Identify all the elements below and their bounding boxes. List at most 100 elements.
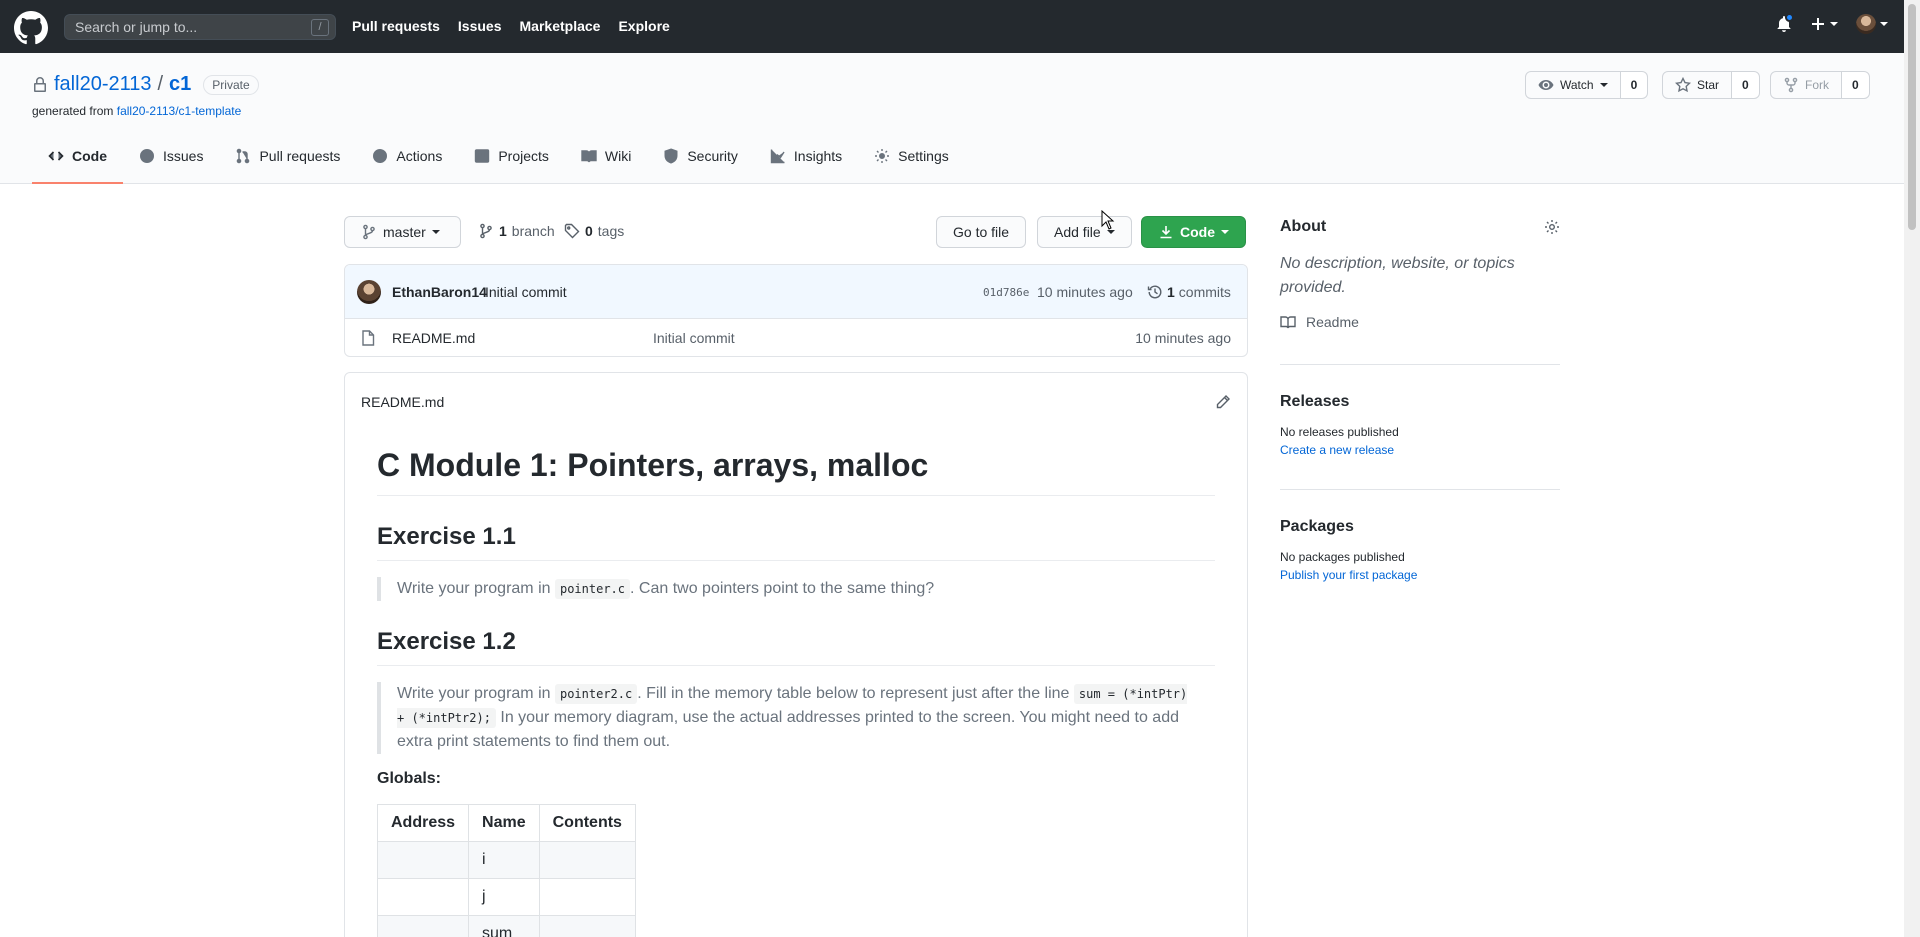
inline-code: pointer2.c: [554, 684, 638, 704]
branch-select-button[interactable]: master: [344, 216, 461, 248]
tab-security[interactable]: Security: [647, 130, 754, 184]
about-description: No description, website, or topics provi…: [1280, 255, 1515, 296]
caret-down-icon: [1830, 22, 1838, 26]
packages-empty-text: No packages published: [1280, 550, 1405, 564]
file-name-link[interactable]: README.md: [392, 330, 475, 346]
nav-issues[interactable]: Issues: [458, 18, 502, 34]
tab-label: Projects: [498, 148, 549, 164]
table-cell: [376, 915, 470, 937]
repository-header: fall20-2113 / c1 Private generated from …: [0, 53, 1904, 184]
download-icon: [1160, 226, 1172, 239]
branch-icon: [363, 224, 375, 240]
author-avatar[interactable]: [357, 280, 381, 304]
quote-text: Write your program in: [397, 580, 555, 597]
generated-from-label: generated from: [32, 104, 114, 118]
table-cell: i: [468, 841, 540, 879]
tags-count: 0: [585, 223, 593, 239]
star-label: Star: [1697, 78, 1720, 92]
search-shortcut-key: /: [311, 19, 329, 36]
add-file-label: Add file: [1054, 224, 1101, 240]
watch-button[interactable]: Watch: [1525, 71, 1621, 99]
scrollbar-thumb[interactable]: [1908, 4, 1916, 230]
create-new-dropdown[interactable]: [1810, 16, 1838, 32]
quote-text: . Can two pointers point to the same thi…: [630, 580, 935, 597]
commit-author-link[interactable]: EthanBaron14: [392, 284, 487, 300]
watch-count[interactable]: 0: [1620, 71, 1649, 99]
commits-history-link[interactable]: 1 commits: [1147, 284, 1231, 300]
pencil-icon[interactable]: [1215, 394, 1231, 410]
quote-text: In your memory diagram, use the actual a…: [397, 709, 1179, 750]
fork-count[interactable]: 0: [1842, 71, 1870, 99]
tag-icon: [564, 223, 580, 239]
tab-code[interactable]: Code: [32, 130, 123, 184]
tags-link[interactable]: 0 tags: [564, 223, 624, 239]
tab-settings[interactable]: Settings: [858, 130, 965, 184]
tab-issues[interactable]: Issues: [123, 130, 219, 184]
exercise-1-1-heading: Exercise 1.1: [377, 522, 1215, 561]
tab-projects[interactable]: Projects: [458, 130, 565, 184]
lock-icon: [34, 76, 46, 92]
table-cell: [538, 841, 636, 879]
add-file-button[interactable]: Add file: [1037, 216, 1132, 248]
user-menu-dropdown[interactable]: [1856, 14, 1888, 34]
notifications-button[interactable]: [1776, 13, 1794, 32]
code-download-button[interactable]: Code: [1141, 216, 1246, 248]
table-cell: j: [468, 878, 540, 916]
about-heading: About: [1280, 218, 1327, 235]
commits-label: commits: [1178, 284, 1231, 300]
commit-sha-link[interactable]: 01d786e: [983, 286, 1029, 299]
page-scrollbar[interactable]: [1904, 0, 1920, 937]
star-count[interactable]: 0: [1732, 71, 1760, 99]
branches-link[interactable]: 1 branch: [478, 223, 555, 239]
sidebar-divider: [1280, 489, 1560, 490]
tab-label: Security: [687, 148, 738, 164]
readme-header: README.md: [345, 373, 1247, 429]
exercise-1-1-quote: Write your program in pointer.c. Can two…: [377, 577, 1215, 601]
releases-empty-text: No releases published: [1280, 425, 1399, 439]
repo-name-link[interactable]: c1: [169, 73, 191, 96]
about-section: About No description, website, or topics…: [1280, 218, 1560, 330]
file-row[interactable]: README.md Initial commit 10 minutes ago: [345, 319, 1247, 356]
play-icon: [373, 148, 388, 164]
template-repo-link[interactable]: fall20-2113/c1-template: [117, 104, 242, 118]
gear-icon[interactable]: [1544, 219, 1560, 235]
globals-label: Globals:: [377, 770, 442, 787]
tab-insights[interactable]: Insights: [754, 130, 858, 184]
project-icon: [475, 149, 490, 163]
file-commit-message-link[interactable]: Initial commit: [653, 330, 735, 346]
graph-icon: [770, 149, 785, 164]
tab-actions[interactable]: Actions: [356, 130, 458, 184]
tab-wiki[interactable]: Wiki: [565, 130, 647, 184]
repo-owner-link[interactable]: fall20-2113: [54, 73, 151, 96]
book-icon: [581, 150, 597, 163]
nav-explore[interactable]: Explore: [618, 18, 669, 34]
user-avatar: [1856, 14, 1876, 34]
branches-count: 1: [499, 223, 507, 239]
releases-heading[interactable]: Releases: [1280, 393, 1560, 411]
table-header-row: Address Name Contents: [376, 804, 636, 842]
publish-package-link[interactable]: Publish your first package: [1280, 568, 1560, 582]
nav-pull-requests[interactable]: Pull requests: [352, 18, 440, 34]
nav-marketplace[interactable]: Marketplace: [520, 18, 601, 34]
memory-table: Address Name Contents i j sum: [376, 804, 636, 937]
fork-button[interactable]: Fork: [1770, 71, 1842, 99]
packages-heading[interactable]: Packages: [1280, 518, 1560, 536]
table-cell: [376, 878, 470, 916]
readme-link[interactable]: Readme: [1280, 314, 1560, 330]
github-logo-icon[interactable]: [14, 11, 48, 45]
tab-pull-requests[interactable]: Pull requests: [219, 130, 356, 184]
exercise-1-2-quote: Write your program in pointer2.c. Fill i…: [377, 682, 1215, 754]
generated-from-text: generated from fall20-2113/c1-template: [32, 104, 241, 118]
create-release-link[interactable]: Create a new release: [1280, 443, 1560, 457]
commit-message-link[interactable]: Initial commit: [485, 284, 567, 300]
packages-section: Packages No packages published Publish y…: [1280, 518, 1560, 582]
file-icon: [362, 330, 375, 346]
search-input[interactable]: Search or jump to... /: [64, 14, 336, 40]
star-button[interactable]: Star: [1662, 71, 1733, 99]
table-cell: sum: [468, 915, 540, 937]
commits-count: 1: [1167, 284, 1175, 300]
history-icon: [1147, 285, 1162, 299]
table-header: Address: [376, 804, 470, 842]
go-to-file-button[interactable]: Go to file: [936, 216, 1027, 248]
repo-tabs: Code Issues Pull requests Actions Projec…: [32, 130, 965, 184]
